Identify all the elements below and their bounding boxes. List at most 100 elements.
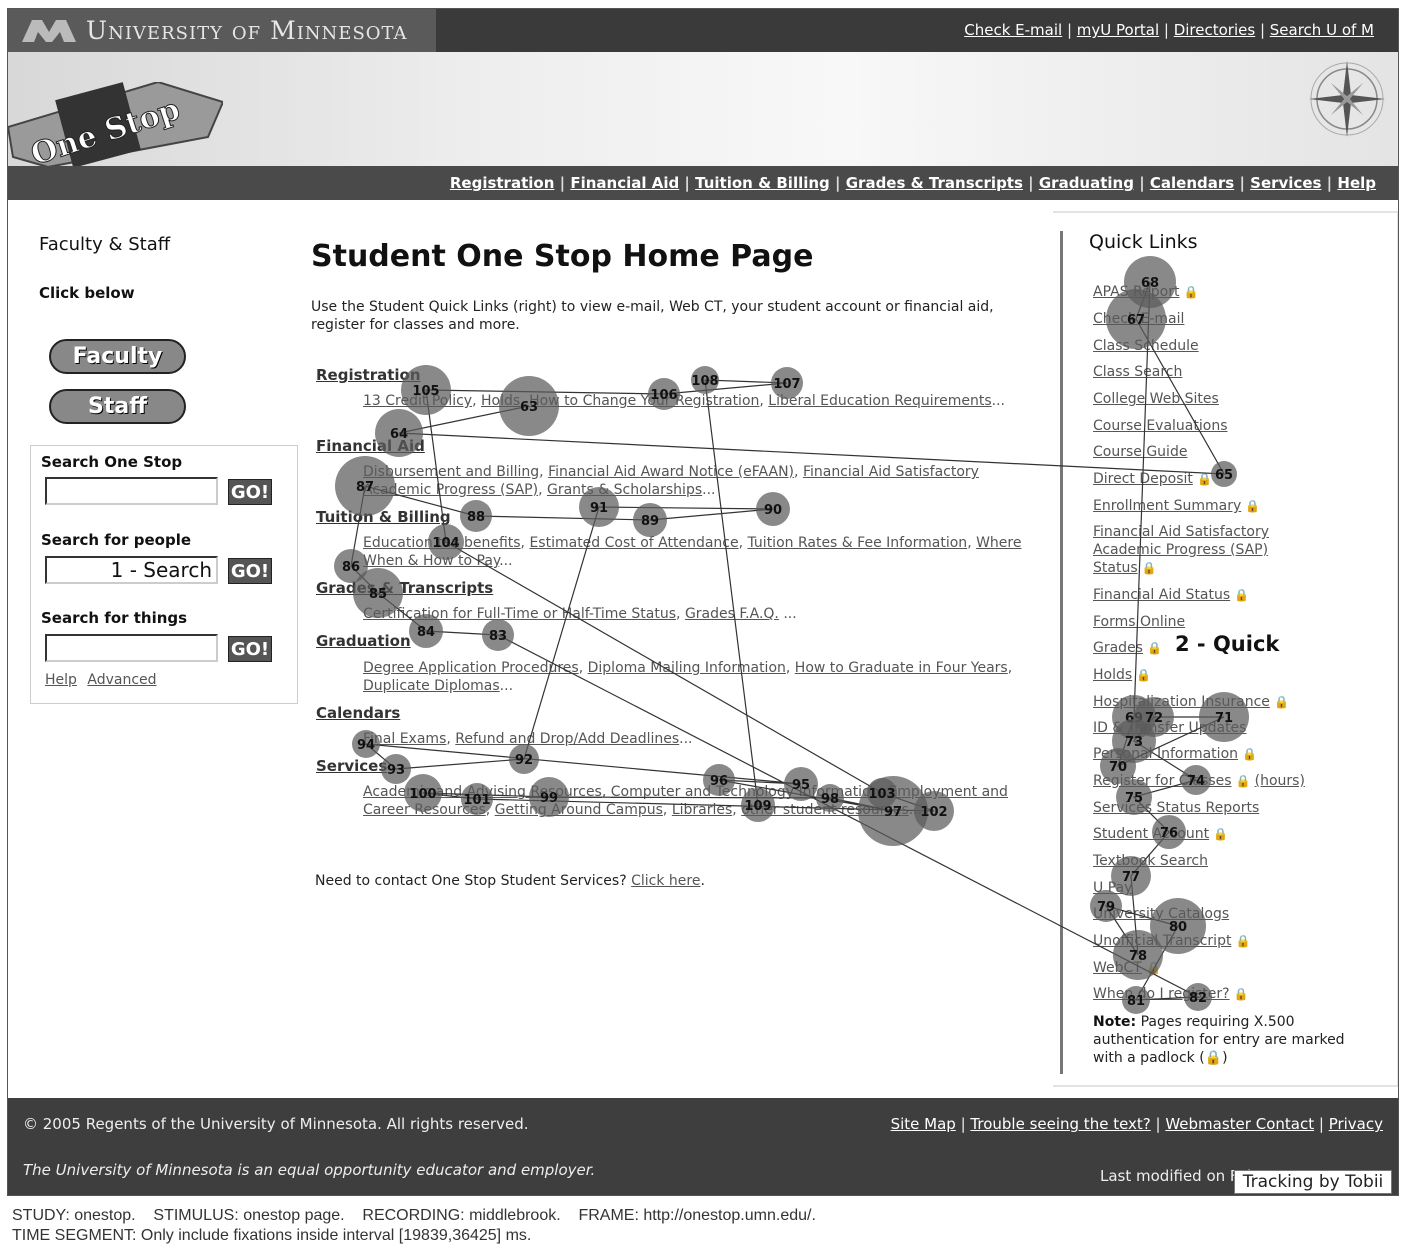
quick-link-item[interactable]: Class Schedule	[1093, 337, 1199, 355]
nav-grades-transcripts[interactable]: Grades & Transcripts	[846, 174, 1023, 192]
quick-link-label[interactable]: Check E-mail	[1093, 311, 1184, 327]
quick-link-item[interactable]: Financial Aid Satisfactory Academic Prog…	[1093, 523, 1308, 577]
quick-link-item[interactable]: University Catalogs	[1093, 905, 1229, 923]
quick-link-label[interactable]: Register for Classes	[1093, 773, 1232, 789]
quick-link-label[interactable]: University Catalogs	[1093, 906, 1229, 922]
search-people-input[interactable]: 1 - Search	[45, 556, 218, 584]
quick-link-label[interactable]: Forms Online	[1093, 614, 1185, 630]
search-people-go-button[interactable]: GO!	[228, 558, 272, 584]
quick-link-label[interactable]: Services Status Reports	[1093, 800, 1259, 816]
link-other-resources[interactable]: other student resources	[741, 802, 909, 818]
quick-link-item[interactable]: Forms Online	[1093, 613, 1185, 631]
quick-link-label[interactable]: U Pay	[1093, 880, 1132, 896]
nav-registration[interactable]: Registration	[450, 174, 555, 192]
quick-link-item[interactable]: Unofficial Transcript 🔒	[1093, 932, 1251, 950]
quick-link-suffix[interactable]: (hours)	[1255, 773, 1305, 789]
university-logo[interactable]: University of Minnesota	[8, 9, 436, 52]
quick-link-label[interactable]: WebCT	[1093, 960, 1142, 976]
link-change-registration[interactable]: How to Change Your Registration	[529, 393, 759, 409]
quick-link-label[interactable]: Course Evaluations	[1093, 418, 1228, 434]
quick-link-label[interactable]: Textbook Search	[1093, 853, 1208, 869]
site-map-link[interactable]: Site Map	[891, 1115, 956, 1133]
link-duplicate-diplomas[interactable]: Duplicate Diplomas	[363, 678, 500, 694]
quick-link-item[interactable]: Holds 🔒	[1093, 666, 1151, 684]
quick-link-item[interactable]: Direct Deposit 🔒	[1093, 470, 1212, 488]
quick-link-label[interactable]: Enrollment Summary	[1093, 498, 1241, 514]
quick-link-label[interactable]: Class Schedule	[1093, 338, 1199, 354]
quick-link-label[interactable]: Unofficial Transcript	[1093, 933, 1231, 949]
link-libraries[interactable]: Libraries	[672, 802, 732, 818]
search-things-go-button[interactable]: GO!	[228, 636, 272, 662]
link-tax-benefits[interactable]: Education tax benefits	[363, 535, 521, 551]
one-stop-logo[interactable]: One Stop	[8, 82, 223, 167]
link-holds[interactable]: Holds	[481, 393, 520, 409]
link-diploma-mailing[interactable]: Diploma Mailing Information	[588, 660, 786, 676]
link-getting-around[interactable]: Getting Around Campus	[495, 802, 663, 818]
search-u-link[interactable]: Search U of M	[1270, 21, 1374, 39]
section-calendars[interactable]: Calendars	[316, 704, 400, 722]
quick-link-item[interactable]: APAS Report 🔒	[1093, 283, 1199, 301]
nav-financial-aid[interactable]: Financial Aid	[570, 174, 679, 192]
privacy-link[interactable]: Privacy	[1329, 1115, 1383, 1133]
advanced-link[interactable]: Advanced	[87, 672, 156, 688]
search-one-stop-go-button[interactable]: GO!	[228, 479, 272, 505]
quick-link-label[interactable]: Class Search	[1093, 364, 1182, 380]
quick-link-item[interactable]: Check E-mail	[1093, 310, 1184, 328]
check-email-link[interactable]: Check E-mail	[964, 21, 1062, 39]
quick-link-item[interactable]: Financial Aid Status 🔒	[1093, 586, 1249, 604]
quick-link-label[interactable]: APAS Report	[1093, 284, 1179, 300]
quick-link-label[interactable]: Financial Aid Status	[1093, 587, 1230, 603]
link-graduate-four-years[interactable]: How to Graduate in Four Years	[795, 660, 1008, 676]
nav-graduating[interactable]: Graduating	[1039, 174, 1134, 192]
link-13-credit[interactable]: 13 Credit Policy	[363, 393, 472, 409]
quick-link-item[interactable]: ID & Transfer Updates	[1093, 719, 1246, 737]
quick-link-label[interactable]: Holds	[1093, 667, 1132, 683]
quick-link-item[interactable]: Student Account 🔒	[1093, 825, 1228, 843]
link-computer-tech[interactable]: Computer and Technology Information	[611, 784, 880, 800]
link-disbursement[interactable]: Disbursement and Billing	[363, 464, 539, 480]
faculty-button[interactable]: Faculty	[49, 339, 186, 374]
quick-link-label[interactable]: Direct Deposit	[1093, 471, 1193, 487]
section-grades-transcripts[interactable]: Grades & Transcripts	[316, 579, 493, 597]
link-certification[interactable]: Certification for Full-Time or Half-Time…	[363, 606, 676, 622]
quick-link-item[interactable]: U Pay	[1093, 879, 1132, 897]
section-tuition-billing[interactable]: Tuition & Billing	[316, 508, 451, 526]
quick-link-item[interactable]: Enrollment Summary 🔒	[1093, 497, 1260, 515]
section-registration[interactable]: Registration	[316, 366, 421, 384]
link-cost-attendance[interactable]: Estimated Cost of Attendance	[529, 535, 738, 551]
directories-link[interactable]: Directories	[1174, 21, 1255, 39]
quick-link-item[interactable]: WebCT 🔒	[1093, 959, 1161, 977]
quick-link-item[interactable]: Services Status Reports	[1093, 799, 1259, 817]
quick-link-label[interactable]: Student Account	[1093, 826, 1209, 842]
quick-link-item[interactable]: Personal Information 🔒	[1093, 745, 1257, 763]
quick-link-item[interactable]: Course Evaluations	[1093, 417, 1228, 435]
help-link[interactable]: Help	[45, 672, 77, 688]
quick-link-item[interactable]: Hospitalization Insurance 🔒	[1093, 693, 1289, 711]
nav-tuition-billing[interactable]: Tuition & Billing	[695, 174, 830, 192]
quick-link-item[interactable]: College Web Sites	[1093, 390, 1219, 408]
link-tuition-rates[interactable]: Tuition Rates & Fee Information	[748, 535, 968, 551]
quick-link-label[interactable]: Financial Aid Satisfactory Academic Prog…	[1093, 524, 1269, 576]
nav-calendars[interactable]: Calendars	[1150, 174, 1234, 192]
webmaster-link[interactable]: Webmaster Contact	[1165, 1115, 1314, 1133]
quick-link-item[interactable]: Register for Classes 🔒 (hours)	[1093, 772, 1305, 790]
link-efaan[interactable]: Financial Aid Award Notice (eFAAN)	[548, 464, 794, 480]
link-refund-deadlines[interactable]: Refund and Drop/Add Deadlines	[455, 731, 679, 747]
staff-button[interactable]: Staff	[49, 389, 186, 424]
search-one-stop-input[interactable]	[45, 477, 218, 505]
link-degree-application[interactable]: Degree Application Procedures	[363, 660, 579, 676]
section-graduation[interactable]: Graduation	[316, 632, 411, 650]
link-lib-ed[interactable]: Liberal Education Requirements	[768, 393, 991, 409]
search-things-input[interactable]	[45, 634, 218, 662]
nav-help[interactable]: Help	[1337, 174, 1376, 192]
trouble-seeing-link[interactable]: Trouble seeing the text?	[970, 1115, 1150, 1133]
quick-link-label[interactable]: College Web Sites	[1093, 391, 1219, 407]
link-grants[interactable]: Grants & Scholarships	[547, 482, 702, 498]
myu-portal-link[interactable]: myU Portal	[1077, 21, 1159, 39]
quick-link-label[interactable]: ID & Transfer Updates	[1093, 720, 1246, 736]
quick-link-item[interactable]: Class Search	[1093, 363, 1182, 381]
quick-link-label[interactable]: Personal Information	[1093, 746, 1238, 762]
quick-link-item[interactable]: When do I register? 🔒	[1093, 985, 1249, 1003]
link-final-exams[interactable]: Final Exams	[363, 731, 446, 747]
section-services[interactable]: Services	[316, 757, 387, 775]
